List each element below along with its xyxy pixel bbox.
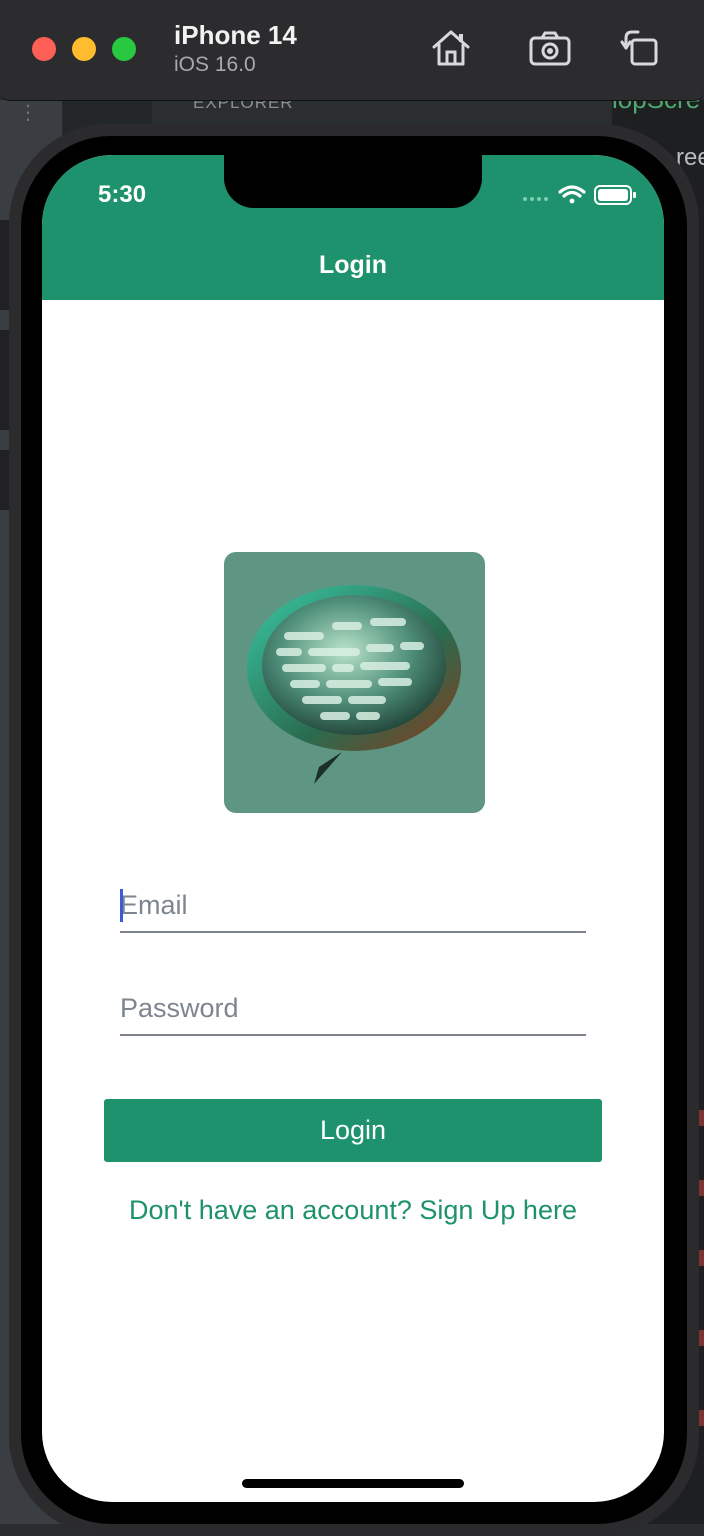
signup-link[interactable]: Don't have an account? Sign Up here — [122, 1193, 584, 1227]
email-input[interactable] — [120, 879, 586, 931]
editor-grip-icon: ⋮ — [18, 100, 38, 124]
page-title: Login — [318, 251, 388, 279]
email-field[interactable] — [120, 879, 586, 933]
signal-dots-icon — [523, 197, 548, 201]
wifi-icon — [558, 185, 586, 204]
device-notch — [224, 155, 482, 208]
home-indicator[interactable] — [242, 1479, 464, 1488]
minimize-window-button[interactable] — [72, 37, 96, 61]
device-name: iPhone 14 — [174, 20, 297, 50]
simulator-titlebar: iPhone 14 iOS 16.0 — [0, 0, 704, 101]
brain-speech-bubble-logo — [247, 585, 461, 784]
rotate-icon[interactable] — [618, 26, 662, 70]
screenshot-icon[interactable] — [528, 26, 572, 70]
login-button[interactable]: Login — [104, 1099, 602, 1162]
password-field[interactable] — [120, 982, 586, 1036]
phone-screen: 5:30 Login Email Login Don't have an acc… — [42, 155, 664, 1502]
battery-icon — [594, 185, 636, 205]
status-icons — [523, 185, 636, 205]
zoom-window-button[interactable] — [112, 37, 136, 61]
status-time: 5:30 — [98, 181, 147, 208]
text-cursor — [120, 889, 123, 922]
app-logo — [224, 552, 485, 813]
home-icon[interactable] — [429, 26, 473, 70]
password-input[interactable] — [120, 982, 586, 1034]
os-version: iOS 16.0 — [174, 53, 256, 76]
close-window-button[interactable] — [32, 37, 56, 61]
